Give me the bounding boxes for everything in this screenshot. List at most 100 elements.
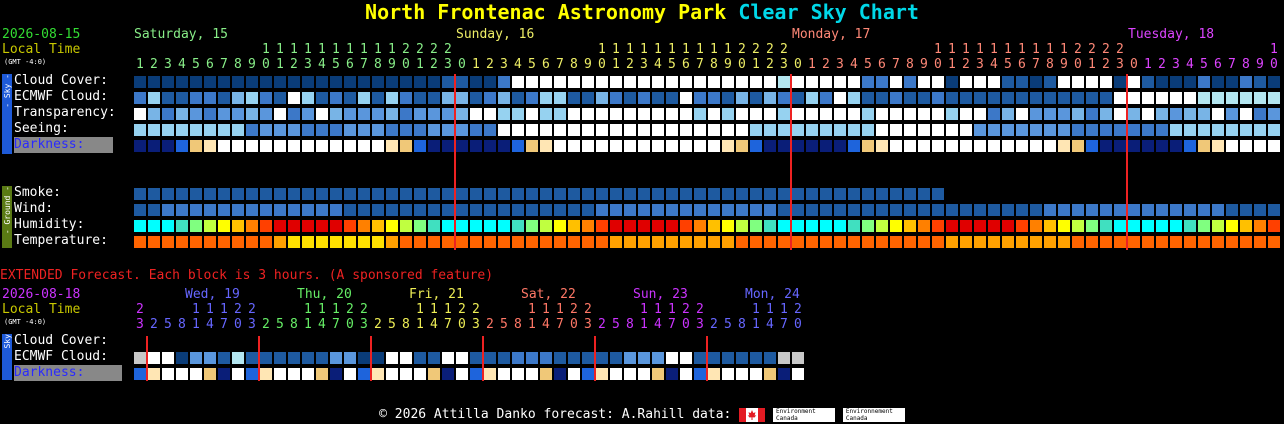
ext-ecmwf-block [316,352,328,364]
ext-ecmwf-block [260,352,272,364]
ext-darkness-block [708,368,720,380]
ext-darkness-block [722,368,734,380]
ext-darkness-block [358,368,370,380]
ext-ecmwf-block [204,352,216,364]
footer: © 2026 Attilla Danko forecast: A.Rahill … [0,407,1284,423]
ext-darkness-block [274,368,286,380]
ext-darkness-block [596,368,608,380]
ext-ecmwf-block [582,352,594,364]
ext-darkness-block [316,368,328,380]
ext-ecmwf-block [246,352,258,364]
extended-forecast-grid[interactable] [0,0,1284,390]
copyright-text[interactable]: © 2026 Attilla Danko [379,407,536,422]
ext-darkness-block [456,368,468,380]
ext-darkness-block [652,368,664,380]
ext-ecmwf-block [442,352,454,364]
ext-ecmwf-block [512,352,524,364]
ext-darkness-block [330,368,342,380]
ext-ecmwf-block [750,352,762,364]
ext-darkness-block [260,368,272,380]
ext-darkness-block [568,368,580,380]
ext-ecmwf-block [666,352,678,364]
ext-ecmwf-block [288,352,300,364]
ext-ecmwf-block [470,352,482,364]
ext-ecmwf-block [736,352,748,364]
ext-ecmwf-block [680,352,692,364]
ext-ecmwf-block [344,352,356,364]
ext-ecmwf-block [638,352,650,364]
ext-darkness-block [442,368,454,380]
ext-darkness-block [134,368,146,380]
ext-darkness-block [680,368,692,380]
data-credit: data: [692,407,732,422]
ext-darkness-block [610,368,622,380]
ext-darkness-block [540,368,552,380]
ext-ecmwf-block [302,352,314,364]
ext-darkness-block [512,368,524,380]
ext-darkness-block [176,368,188,380]
ext-ecmwf-block [190,352,202,364]
ext-ecmwf-block [498,352,510,364]
ext-ecmwf-block [694,352,706,364]
ext-darkness-block [764,368,776,380]
ext-darkness-block [638,368,650,380]
ext-ecmwf-block [218,352,230,364]
ext-darkness-block [694,368,706,380]
ext-ecmwf-block [778,352,790,364]
ext-darkness-block [792,368,804,380]
ext-darkness-block [414,368,426,380]
ext-ecmwf-block [484,352,496,364]
ext-ecmwf-block [134,352,146,364]
ext-ecmwf-block [386,352,398,364]
ext-ecmwf-block [554,352,566,364]
ext-darkness-block [470,368,482,380]
ext-ecmwf-block [792,352,804,364]
ext-darkness-block [218,368,230,380]
ext-darkness-block [288,368,300,380]
ext-darkness-block [302,368,314,380]
environment-canada-fr[interactable]: Environnement Canada [842,407,905,422]
ext-ecmwf-block [176,352,188,364]
forecast-credit[interactable]: forecast: A.Rahill [544,407,685,422]
ext-ecmwf-block [148,352,160,364]
ext-darkness-block [750,368,762,380]
ext-darkness-block [498,368,510,380]
ext-ecmwf-block [372,352,384,364]
ext-ecmwf-block [358,352,370,364]
ext-darkness-block [400,368,412,380]
ext-darkness-block [666,368,678,380]
ext-ecmwf-block [400,352,412,364]
ext-darkness-block [372,368,384,380]
ext-ecmwf-block [330,352,342,364]
ext-darkness-block [162,368,174,380]
ext-darkness-block [624,368,636,380]
ext-ecmwf-block [162,352,174,364]
ext-ecmwf-block [428,352,440,364]
ext-ecmwf-block [764,352,776,364]
ext-darkness-block [554,368,566,380]
ext-darkness-block [190,368,202,380]
ext-ecmwf-block [722,352,734,364]
canada-flag-icon[interactable] [739,407,766,422]
ext-ecmwf-block [596,352,608,364]
ext-ecmwf-block [708,352,720,364]
ext-ecmwf-block [540,352,552,364]
ext-darkness-block [428,368,440,380]
ext-darkness-block [736,368,748,380]
ext-darkness-block [526,368,538,380]
ext-darkness-block [344,368,356,380]
ext-ecmwf-block [652,352,664,364]
ext-darkness-block [778,368,790,380]
ext-ecmwf-block [274,352,286,364]
ext-ecmwf-block [624,352,636,364]
ext-ecmwf-block [610,352,622,364]
environment-canada-en[interactable]: Environment Canada [773,407,836,422]
ext-ecmwf-block [526,352,538,364]
ext-ecmwf-block [414,352,426,364]
ext-darkness-block [148,368,160,380]
ext-darkness-block [582,368,594,380]
ext-darkness-block [204,368,216,380]
ext-ecmwf-block [456,352,468,364]
ext-ecmwf-block [568,352,580,364]
ext-darkness-block [232,368,244,380]
